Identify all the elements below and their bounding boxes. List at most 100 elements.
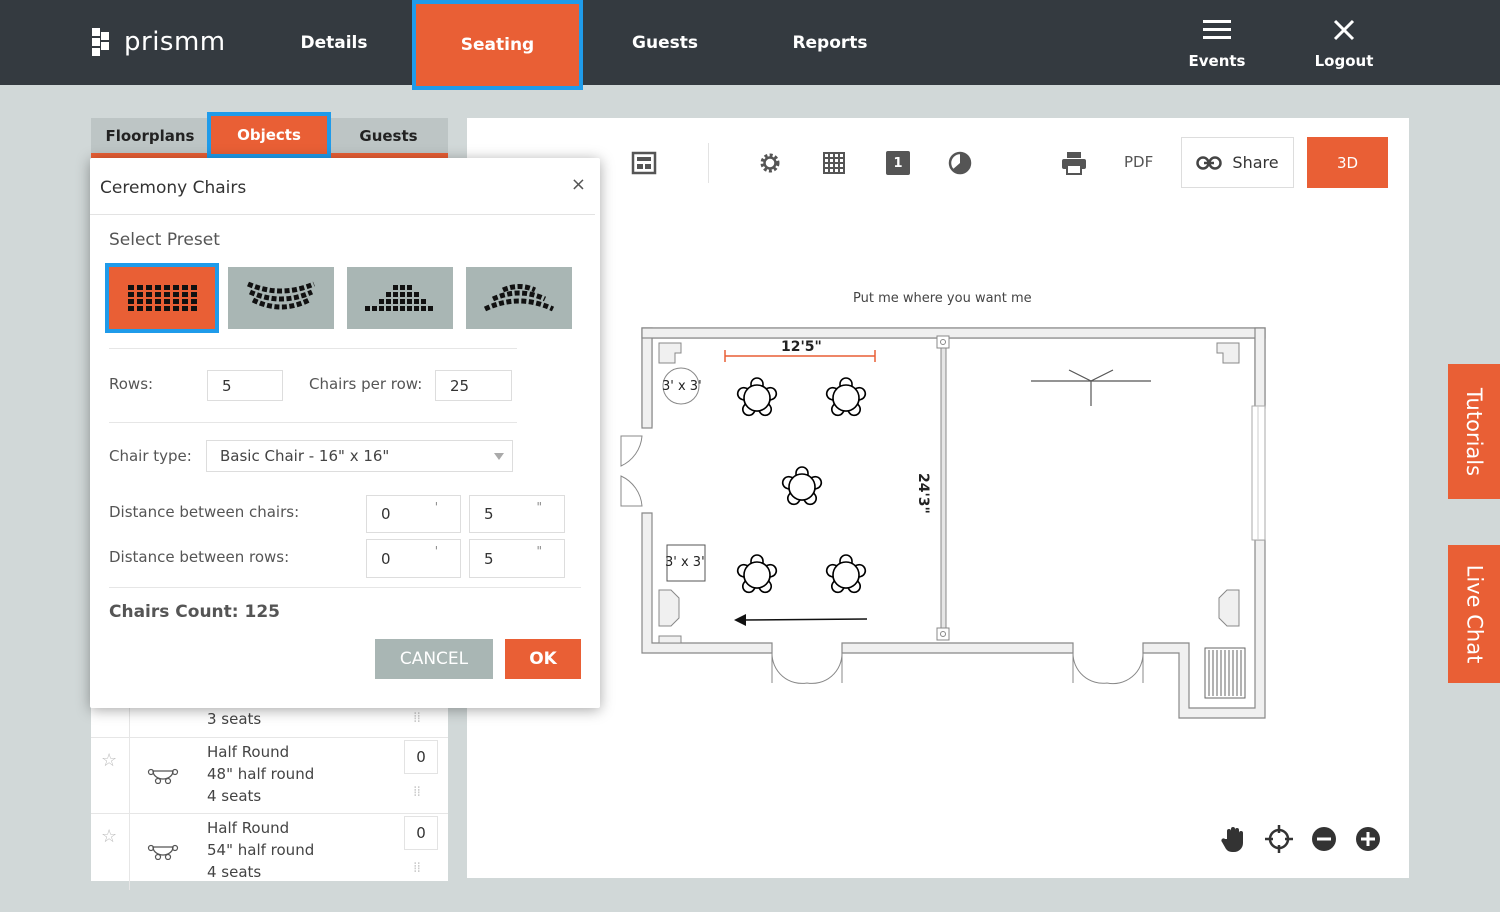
chairs-count: Chairs Count: 125 (109, 602, 280, 622)
drag-handle-icon[interactable]: ⁞⁞ (413, 784, 421, 800)
share-button[interactable]: Share (1181, 137, 1294, 188)
preset-straight-rows[interactable] (105, 263, 219, 333)
distance-chairs-feet-input[interactable]: 0 ' (366, 495, 461, 533)
pan-hand-icon[interactable] (1221, 825, 1247, 853)
round-table-label: 3' x 3' (662, 379, 702, 394)
arc-rows-icon (483, 284, 555, 312)
hamburger-menu-icon (1203, 20, 1231, 39)
distance-chairs-inches-value: 5 (484, 505, 494, 523)
curved-rows-icon (247, 281, 315, 310)
stepped-rows-icon (365, 285, 433, 311)
object-seats: 3 seats (207, 710, 262, 728)
object-info: Half Round 48" half round 4 seats (207, 741, 314, 807)
distance-chairs-label: Distance between chairs: (109, 503, 300, 521)
distance-rows-feet-value: 0 (381, 549, 391, 568)
crosshair-icon[interactable] (1265, 825, 1293, 853)
chair-type-label: Chair type: (109, 447, 192, 465)
nav-seating[interactable]: Seating (412, 0, 583, 90)
gear-icon[interactable] (758, 151, 782, 175)
ok-button[interactable]: OK (505, 639, 581, 679)
object-info: Half Round 54" half round 4 seats (207, 817, 314, 883)
object-count: 0 (404, 816, 438, 850)
panel-tabs: Floorplans Objects Guests (91, 112, 448, 158)
section-divider (109, 587, 581, 588)
favorite-star-icon[interactable]: ☆ (101, 826, 117, 847)
grid-icon[interactable] (822, 151, 846, 175)
preset-stepped-rows[interactable] (347, 267, 453, 329)
nav-reports[interactable]: Reports (770, 0, 890, 85)
toolbar-divider (708, 143, 709, 183)
zoom-in-icon[interactable] (1355, 826, 1381, 852)
row-divider (129, 814, 130, 890)
half-round-table-icon (147, 844, 179, 860)
logout-label: Logout (1314, 52, 1374, 70)
view-3d-button[interactable]: 3D (1307, 137, 1388, 188)
object-name: Half Round (207, 743, 290, 761)
placement-hint: Put me where you want me (853, 291, 1032, 306)
straight-rows-icon (128, 285, 197, 311)
close-icon (1333, 19, 1355, 41)
rows-label: Rows: (109, 375, 154, 393)
object-size: 48" half round (207, 765, 315, 783)
zoom-out-icon[interactable] (1311, 826, 1337, 852)
tutorials-label: Tutorials (1462, 387, 1486, 476)
tutorials-tab[interactable]: Tutorials (1448, 364, 1500, 499)
chairs-per-row-label: Chairs per row: (309, 375, 423, 393)
section-divider (109, 348, 517, 349)
top-nav-bar: prismm Details Seating Guests Reports Ev… (0, 0, 1500, 90)
row-divider (129, 704, 130, 737)
dialog-title: Ceremony Chairs (100, 178, 247, 198)
row-divider (129, 738, 130, 814)
inch-unit: " (536, 500, 542, 514)
layout-icon[interactable] (631, 151, 657, 175)
events-button[interactable]: Events (1172, 18, 1262, 70)
list-item[interactable]: ☆ Half Round 54" half round 4 seats 0 ⁞⁞ (91, 813, 448, 890)
list-item[interactable]: 3 seats ⁞⁞ (91, 704, 448, 737)
feet-unit: ' (434, 500, 438, 514)
floorplan-canvas[interactable]: 1 PDF Share 3D Put me where you want me (467, 118, 1409, 878)
drag-handle-icon[interactable]: ⁞⁞ (413, 860, 421, 876)
link-icon (1196, 155, 1223, 170)
chair-type-select[interactable]: Basic Chair - 16" x 16" (206, 440, 513, 472)
list-item[interactable]: ☆ Half Round 48" half round 4 seats 0 ⁞⁞ (91, 737, 448, 814)
object-name: Half Round (207, 819, 290, 837)
distance-rows-inches-input[interactable]: 5 " (469, 539, 565, 578)
height-dimension: 24'3" (915, 473, 931, 514)
drag-handle-icon[interactable]: ⁞⁞ (413, 710, 421, 726)
feet-unit: ' (434, 544, 438, 558)
preset-arc-rows[interactable] (466, 267, 572, 329)
nav-guests[interactable]: Guests (605, 0, 725, 85)
distance-rows-feet-input[interactable]: 0 ' (366, 539, 461, 578)
floorplan-drawing (620, 327, 1266, 719)
preset-curved-rows[interactable] (228, 267, 334, 329)
square-table-label: 3' x 3' (665, 555, 705, 570)
dialog-divider (90, 214, 595, 215)
distance-rows-label: Distance between rows: (109, 548, 290, 566)
prismm-logo[interactable]: prismm (90, 26, 226, 58)
width-dimension: 12'5" (781, 339, 822, 355)
inch-unit: " (536, 544, 542, 558)
tab-guests[interactable]: Guests (329, 118, 448, 153)
rows-input[interactable]: 5 (207, 370, 283, 401)
pdf-button[interactable]: PDF (1124, 153, 1153, 171)
distance-chairs-inches-input[interactable]: 5 " (469, 495, 565, 533)
distance-chairs-feet-value: 0 (381, 505, 391, 523)
preset-title: Select Preset (109, 230, 220, 250)
close-icon[interactable]: × (571, 174, 586, 195)
nav-details[interactable]: Details (274, 0, 394, 85)
page-number-button[interactable]: 1 (886, 151, 910, 175)
dropdown-arrow-icon (494, 453, 504, 460)
chairs-per-row-input[interactable]: 25 (435, 370, 512, 401)
live-chat-tab[interactable]: Live Chat (1448, 545, 1500, 683)
print-icon[interactable] (1061, 151, 1087, 175)
object-size: 54" half round (207, 841, 315, 859)
tab-floorplans[interactable]: Floorplans (91, 118, 209, 153)
section-divider (109, 422, 517, 423)
object-seats: 4 seats (207, 863, 262, 881)
pie-chart-icon[interactable] (948, 151, 972, 175)
tab-objects[interactable]: Objects (207, 112, 331, 158)
favorite-star-icon[interactable]: ☆ (101, 750, 117, 771)
live-chat-label: Live Chat (1462, 564, 1487, 664)
logout-button[interactable]: Logout (1299, 18, 1389, 70)
cancel-button[interactable]: CANCEL (375, 639, 493, 679)
